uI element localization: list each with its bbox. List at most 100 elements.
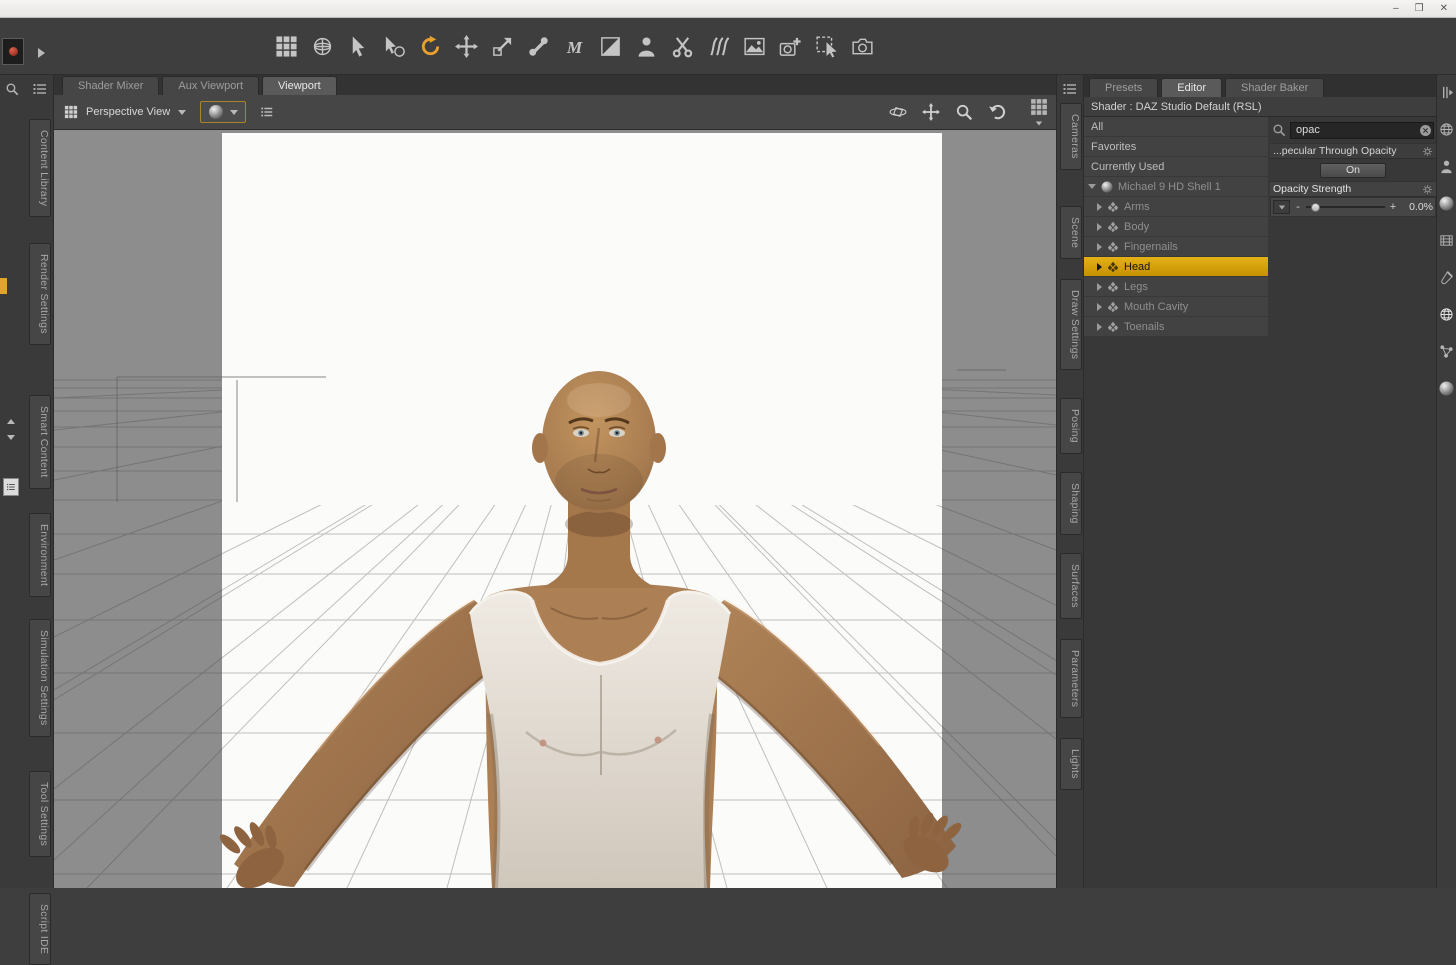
gear-icon[interactable] xyxy=(1422,184,1433,195)
world-globe-icon[interactable] xyxy=(1439,307,1454,322)
slider-thumb[interactable] xyxy=(1310,202,1320,212)
expand-collapse-icon[interactable] xyxy=(1088,184,1096,189)
scale-tool-button[interactable] xyxy=(488,27,517,65)
tab-shader-mixer[interactable]: Shader Mixer xyxy=(62,76,160,95)
dock-tab-draw-settings[interactable]: Draw Settings xyxy=(1060,278,1082,371)
expand-icon[interactable] xyxy=(1097,282,1102,291)
render-camera-tool-button[interactable] xyxy=(848,27,877,65)
viewport-canvas[interactable] xyxy=(54,130,1056,888)
parameter-options-dropdown[interactable] xyxy=(1273,200,1290,214)
filter-all[interactable]: All xyxy=(1084,117,1268,136)
dock-tab-parameters[interactable]: Parameters xyxy=(1060,638,1082,718)
figure-setup-tool-button[interactable] xyxy=(632,27,661,65)
sidebar-tab-content-library[interactable]: Content Library xyxy=(29,119,51,218)
slider-track[interactable] xyxy=(1306,200,1385,214)
drawstyle-selector[interactable] xyxy=(200,101,247,123)
sidebar-tab-environment[interactable]: Environment xyxy=(29,512,51,597)
expand-icon[interactable] xyxy=(1097,262,1102,271)
opacity-toggle-button[interactable]: On xyxy=(1320,162,1386,178)
camera-view-selector[interactable]: Perspective View xyxy=(86,106,170,118)
scene-navigator-tool-button[interactable] xyxy=(272,27,301,65)
activity-globe-icon[interactable] xyxy=(1439,122,1454,137)
sphere-icon[interactable] xyxy=(1439,381,1454,396)
sidebar-tab-tool-settings[interactable]: Tool Settings xyxy=(29,770,51,857)
clear-search-icon[interactable] xyxy=(1420,124,1431,136)
spot-render-tool-button[interactable] xyxy=(812,27,841,65)
tab-aux-viewport[interactable]: Aux Viewport xyxy=(162,76,260,95)
paint-brush-icon[interactable] xyxy=(1439,270,1454,285)
scroll-up-icon[interactable] xyxy=(7,415,15,427)
joint-editor-tool-button[interactable] xyxy=(524,27,553,65)
tab-editor[interactable]: Editor xyxy=(1161,78,1223,97)
reset-camera-icon[interactable] xyxy=(988,103,1006,121)
sidebar-tab-render-settings[interactable]: Render Settings xyxy=(29,243,51,346)
close-button[interactable]: ✕ xyxy=(1440,2,1448,15)
node-selection-tool-button[interactable] xyxy=(344,27,373,65)
pane-menu-icon[interactable] xyxy=(32,81,48,97)
expand-icon[interactable] xyxy=(1097,202,1102,211)
actor-icon[interactable] xyxy=(1439,159,1454,174)
pan-camera-icon[interactable] xyxy=(922,103,940,121)
expand-icon[interactable] xyxy=(1097,322,1102,331)
measure-metrics-tool-button[interactable] xyxy=(560,27,589,65)
dock-tab-surfaces[interactable]: Surfaces xyxy=(1060,552,1082,619)
create-camera-tool-button[interactable] xyxy=(776,27,805,65)
expand-icon[interactable] xyxy=(1097,222,1102,231)
minimize-button[interactable]: – xyxy=(1393,2,1399,15)
orbit-camera-icon[interactable] xyxy=(889,103,907,121)
tab-viewport[interactable]: Viewport xyxy=(262,76,337,95)
surface-selection-tool-button[interactable] xyxy=(596,27,625,65)
filter-favorites[interactable]: Favorites xyxy=(1084,137,1268,156)
node-network-icon[interactable] xyxy=(1439,344,1454,359)
filter-currently-used[interactable]: Currently Used xyxy=(1084,157,1268,176)
hair-tool-button[interactable] xyxy=(704,27,733,65)
surface-row-legs[interactable]: Legs xyxy=(1084,277,1268,296)
slider-increment[interactable]: + xyxy=(1389,201,1397,213)
surface-label: Arms xyxy=(1124,200,1150,213)
surface-row-head-selected[interactable]: Head xyxy=(1084,257,1268,276)
universal-tool-button[interactable] xyxy=(308,27,337,65)
expand-icon[interactable] xyxy=(1097,302,1102,311)
quick-access-thumbnail[interactable] xyxy=(2,38,24,65)
sidebar-tab-simulation-settings[interactable]: Simulation Settings xyxy=(29,618,51,737)
translate-tool-button[interactable] xyxy=(452,27,481,65)
surface-row-body[interactable]: Body xyxy=(1084,217,1268,236)
tab-shader-baker[interactable]: Shader Baker xyxy=(1225,78,1325,97)
play-arrow-icon[interactable] xyxy=(38,48,45,58)
expand-icon[interactable] xyxy=(1097,242,1102,251)
tree-node-michael9-shell[interactable]: Michael 9 HD Shell 1 xyxy=(1084,177,1268,196)
property-group-header[interactable]: ...pecular Through Opacity xyxy=(1270,143,1436,159)
sidebar-tab-smart-content[interactable]: Smart Content xyxy=(29,395,51,489)
gear-icon[interactable] xyxy=(1422,146,1433,157)
surface-row-fingernails[interactable]: Fingernails xyxy=(1084,237,1268,256)
search-icon[interactable] xyxy=(5,82,19,96)
zoom-camera-icon[interactable] xyxy=(955,103,973,121)
active-rotate-tool-button[interactable] xyxy=(416,27,445,65)
panel-handle-icon[interactable] xyxy=(1439,85,1454,100)
rotate-cursor-tool-button[interactable] xyxy=(380,27,409,65)
surface-row-mouth-cavity[interactable]: Mouth Cavity xyxy=(1084,297,1268,316)
scroll-down-icon[interactable] xyxy=(7,431,15,443)
scene-list-icon[interactable] xyxy=(260,105,274,119)
render-film-icon[interactable] xyxy=(1439,233,1454,248)
slider-value[interactable]: 0.0% xyxy=(1401,201,1433,213)
view-selector-dropdown-icon[interactable] xyxy=(178,109,187,115)
dock-tab-scene[interactable]: Scene xyxy=(1060,205,1082,259)
sidebar-tab-script-ide[interactable]: Script IDE xyxy=(29,892,51,965)
dock-tab-shaping[interactable]: Shaping xyxy=(1060,472,1082,535)
slider-decrement[interactable]: - xyxy=(1294,201,1302,213)
surface-row-toenails[interactable]: Toenails xyxy=(1084,317,1268,336)
tab-presets[interactable]: Presets xyxy=(1089,78,1159,97)
surface-row-arms[interactable]: Arms xyxy=(1084,197,1268,216)
dock-tab-lights[interactable]: Lights xyxy=(1060,737,1082,790)
maximize-button[interactable]: ❒ xyxy=(1415,2,1424,15)
viewport-options[interactable] xyxy=(1031,96,1046,129)
pane-menu-icon[interactable] xyxy=(1062,81,1078,97)
pane-popout-icon[interactable] xyxy=(3,478,19,496)
property-search-input[interactable] xyxy=(1290,121,1434,139)
dock-tab-cameras[interactable]: Cameras xyxy=(1060,103,1082,170)
region-navigator-tool-button[interactable] xyxy=(740,27,769,65)
shader-ball-icon[interactable] xyxy=(1439,196,1454,211)
dock-tab-posing[interactable]: Posing xyxy=(1060,398,1082,455)
geometry-editor-tool-button[interactable] xyxy=(668,27,697,65)
